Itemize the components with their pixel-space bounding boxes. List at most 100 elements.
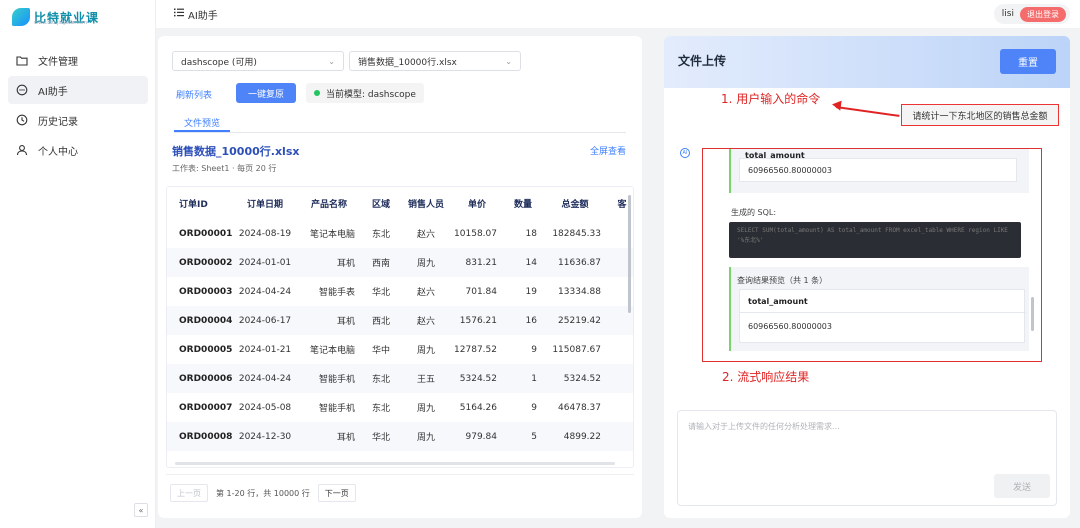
annotation-user-command: 1. 用户输入的命令 — [721, 92, 821, 106]
table-row[interactable]: ORD00005 2024-01-21 笔记本电脑 华中 周九 12787.52 9 1150… — [167, 335, 633, 364]
data-table[interactable]: 订单ID 订单日期 产品名称 区域 销售人员 单价 数量 总金额 客 ORD00… — [166, 186, 634, 468]
send-button[interactable]: 发送 — [994, 474, 1050, 498]
annotation-streaming-result: 2. 流式响应结果 — [722, 370, 810, 384]
bot-avatar-icon: AI — [680, 148, 690, 158]
pagination-info: 第 1-20 行，共 10000 行 — [216, 488, 310, 498]
table-cell: 周九 — [416, 346, 435, 356]
table-cell: 2024-04-24 — [238, 286, 292, 297]
sql-code-block: SELECT SUM(total_amount) AS total_amount… — [729, 222, 1021, 258]
table-row[interactable]: ORD00007 2024-05-08 智能手机 东北 周九 5164.26 9 46478.… — [167, 393, 633, 422]
sidebar: 比特就业课 www.bitejiuyeke.com 文件管理 AI助手 历史记录 — [0, 0, 156, 528]
column-header[interactable]: 总金额 — [543, 187, 607, 219]
file-select-value: 销售数据_10000行.xlsx — [358, 57, 457, 68]
table-cell: 701.84 — [465, 286, 498, 297]
restore-button[interactable]: 一键复原 — [236, 83, 296, 103]
menu-list-icon[interactable] — [174, 8, 184, 20]
table-cell: 5324.52 — [543, 364, 607, 393]
sidebar-item-ai-assistant[interactable]: AI助手 — [8, 76, 148, 104]
table-row[interactable]: ORD00002 2024-01-01 耳机 西南 周九 831.21 14 11636.87 — [167, 248, 633, 277]
model-select[interactable]: dashscope (可用) ⌄ — [172, 51, 344, 71]
table-cell: 11636.87 — [543, 248, 607, 277]
table-cell: 耳机 — [297, 306, 361, 335]
table-cell: 5324.52 — [451, 364, 503, 393]
prev-page-button[interactable]: 上一页 — [170, 484, 208, 502]
table-row[interactable]: ORD00003 2024-04-24 智能手表 华北 赵六 701.84 19 13334.… — [167, 277, 633, 306]
table-cell: 115087.67 — [552, 344, 601, 355]
table-cell: 东北 — [371, 404, 390, 414]
table-cell: 9 — [531, 402, 537, 413]
table-header-row: 订单ID 订单日期 产品名称 区域 销售人员 单价 数量 总金额 客 — [167, 187, 633, 219]
query-preview-card: 查询结果预览（共 1 条） total_amount 60966560.8000… — [729, 267, 1029, 351]
table-cell: 16 — [503, 306, 543, 335]
column-header[interactable]: 产品名称 — [297, 187, 361, 219]
response-scrollbar[interactable] — [1031, 297, 1034, 331]
column-header[interactable]: 订单ID — [167, 187, 233, 219]
table-cell: 耳机 — [297, 248, 361, 277]
table-cell: 12787.52 — [454, 344, 497, 355]
chevron-down-icon: ⌄ — [505, 56, 512, 66]
table-cell: 东北 — [361, 364, 401, 393]
table-vertical-scrollbar[interactable] — [628, 195, 631, 313]
column-header[interactable]: 单价 — [451, 187, 503, 219]
username: lisi — [1001, 9, 1014, 19]
chat-bubble-icon — [16, 84, 28, 96]
sidebar-item-history[interactable]: 历史记录 — [8, 106, 148, 134]
top-header: AI助手 lisi 退出登录 — [156, 0, 1080, 28]
table-cell: 13334.88 — [558, 286, 601, 297]
table-cell — [607, 364, 633, 393]
table-cell: ORD00002 — [167, 248, 233, 277]
table-cell: 华北 — [371, 288, 390, 298]
clock-icon — [16, 114, 28, 126]
table-row[interactable]: ORD00006 2024-04-24 智能手机 东北 王五 5324.52 1 5324.5… — [167, 364, 633, 393]
sidebar-item-label: 文件管理 — [38, 56, 78, 68]
user-menu: lisi 退出登录 — [993, 4, 1070, 24]
brand-url: www.bitejiuyeke.com — [34, 20, 88, 26]
streaming-response-highlight: total_amount 60966560.80000003 生成的 SQL: … — [702, 148, 1042, 362]
chat-input[interactable]: 请输入对于上传文件的任何分析处理需求... 发送 — [677, 410, 1057, 506]
collapse-sidebar-button[interactable]: « — [134, 503, 148, 517]
reset-button[interactable]: 重置 — [1000, 49, 1056, 74]
tab-file-preview[interactable]: 文件预览 — [174, 114, 230, 132]
chat-panel: 文件上传 重置 1. 用户输入的命令 请统计一下东北地区的销售总金额 AI to… — [664, 36, 1070, 518]
table-cell: 赵六 — [401, 306, 451, 335]
file-select[interactable]: 销售数据_10000行.xlsx ⌄ — [349, 51, 521, 71]
sidebar-item-profile[interactable]: 个人中心 — [8, 136, 148, 164]
breadcrumb: AI助手 — [174, 7, 218, 22]
user-message-bubble: 请统计一下东北地区的销售总金额 — [901, 104, 1059, 126]
column-header[interactable]: 订单日期 — [233, 187, 297, 219]
table-cell: 智能手机 — [297, 364, 361, 393]
folder-icon — [16, 54, 28, 66]
table-cell: 2024-05-08 — [238, 402, 292, 413]
table-cell: ORD00003 — [179, 286, 233, 297]
table-cell: 25219.42 — [543, 306, 607, 335]
chat-panel-title: 文件上传 — [678, 54, 727, 68]
arrow-head-icon — [831, 99, 842, 111]
logout-button[interactable]: 退出登录 — [1020, 6, 1066, 22]
status-dot-icon — [314, 90, 320, 96]
table-cell: 王五 — [401, 364, 451, 393]
table-cell: 周九 — [401, 248, 451, 277]
column-header[interactable]: 区域 — [361, 187, 401, 219]
table-cell: 智能手机 — [318, 404, 355, 414]
table-cell: 西南 — [361, 248, 401, 277]
column-header[interactable]: 数量 — [503, 187, 543, 219]
table-horizontal-scrollbar[interactable] — [175, 462, 615, 465]
table-row[interactable]: ORD00008 2024-12-30 耳机 华北 周九 979.84 5 4899.22 — [167, 422, 633, 451]
table-cell: 赵六 — [416, 230, 435, 240]
fullscreen-button[interactable]: 全屏查看 — [590, 144, 626, 157]
refresh-list-button[interactable]: 刷新列表 — [176, 84, 212, 104]
table-cell: 10158.07 — [454, 228, 497, 239]
table-cell: 46478.37 — [558, 402, 601, 413]
table-row[interactable]: ORD00001 2024-08-19 笔记本电脑 东北 赵六 10158.07 18 182… — [167, 219, 633, 248]
model-select-value: dashscope (可用) — [181, 57, 257, 68]
table-cell: 笔记本电脑 — [309, 346, 355, 356]
next-page-button[interactable]: 下一页 — [317, 484, 356, 502]
column-header[interactable]: 销售人员 — [401, 187, 451, 219]
tab-divider — [174, 132, 626, 133]
table-row[interactable]: ORD00004 2024-06-17 耳机 西北 赵六 1576.21 16 25219.4… — [167, 306, 633, 335]
annotation-arrow — [835, 106, 900, 117]
sidebar-item-file-management[interactable]: 文件管理 — [8, 46, 148, 74]
table-cell: 1 — [503, 364, 543, 393]
table-cell: 979.84 — [451, 422, 503, 451]
table-cell: 2024-01-21 — [238, 344, 292, 355]
